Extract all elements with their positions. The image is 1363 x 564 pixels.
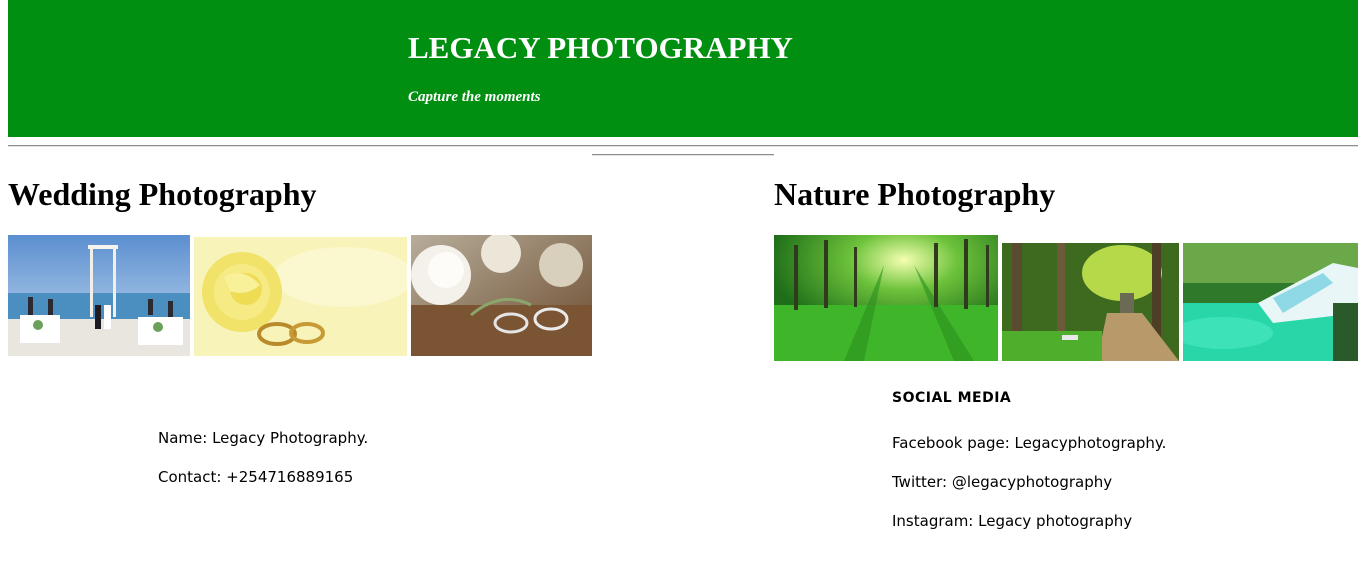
wedding-heading: Wedding Photography: [8, 176, 317, 212]
social-media-heading: SOCIAL MEDIA: [892, 390, 1012, 406]
contact-name: Name: Legacy Photography.: [158, 429, 369, 447]
site-title: LEGACY PHOTOGRAPHY: [408, 30, 793, 65]
turquoise-waterfall-photo: [1183, 243, 1358, 361]
site-tagline: Capture the moments: [408, 89, 541, 105]
short-divider: [592, 154, 774, 156]
sunlit-forest-meadow-photo: [774, 235, 998, 361]
contact-phone: Contact: +254716889165: [158, 468, 354, 486]
beach-wedding-ceremony-photo: [8, 235, 190, 356]
facebook-info: Facebook page: Legacyphotography.: [892, 434, 1167, 452]
forest-path-bench-photo: [1002, 243, 1179, 361]
site-header: LEGACY PHOTOGRAPHY Capture the moments: [8, 0, 1358, 137]
twitter-info: Twitter: @legacyphotography: [892, 473, 1113, 491]
white-roses-rings-photo: [411, 235, 592, 356]
yellow-rose-rings-photo: [194, 237, 407, 356]
nature-heading: Nature Photography: [774, 176, 1056, 212]
instagram-info: Instagram: Legacy photography: [892, 512, 1133, 530]
horizontal-divider: [8, 145, 1358, 147]
